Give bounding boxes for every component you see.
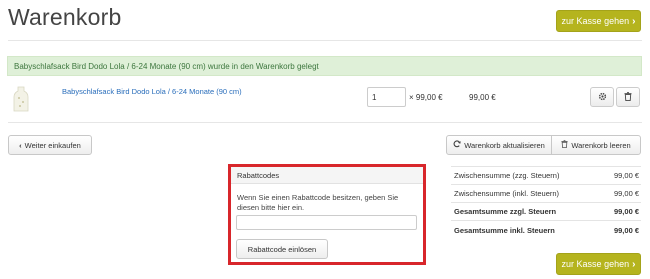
- continue-shopping-button[interactable]: ‹ Weiter einkaufen: [8, 135, 92, 155]
- totals-row: Zwischensumme (zzg. Steuern) 99,00 €: [451, 166, 641, 184]
- totals-label: Gesamtsumme inkl. Steuern: [454, 226, 555, 235]
- clear-cart-label: Warenkorb leeren: [571, 140, 631, 150]
- checkout-button-bottom[interactable]: zur Kasse gehen ›: [556, 253, 641, 275]
- unit-price: × 99,00 €: [409, 93, 443, 102]
- redeem-coupon-label: Rabattcode einlösen: [247, 244, 317, 254]
- header-divider: [8, 40, 642, 41]
- totals-row: Gesamtsumme zzgl. Steuern 99,00 €: [451, 202, 641, 220]
- alert-message: Babyschlafsack Bird Dodo Lola / 6-24 Mon…: [14, 61, 319, 71]
- redeem-coupon-button[interactable]: Rabattcode einlösen: [236, 239, 328, 259]
- totals-table: Zwischensumme (zzg. Steuern) 99,00 € Zwi…: [451, 166, 641, 240]
- chevron-left-icon: ‹: [19, 140, 22, 150]
- totals-row: Gesamtsumme inkl. Steuern 99,00 €: [451, 220, 641, 240]
- page-title: Warenkorb: [8, 4, 122, 30]
- chevron-right-icon: ›: [632, 15, 636, 27]
- totals-row: Zwischensumme (inkl. Steuern) 99,00 €: [451, 184, 641, 202]
- totals-label: Gesamtsumme zzgl. Steuern: [454, 207, 557, 216]
- continue-shopping-label: Weiter einkaufen: [24, 140, 81, 150]
- checkout-label: zur Kasse gehen: [561, 16, 630, 26]
- cart-divider: [8, 122, 642, 123]
- trash-icon: [624, 91, 632, 103]
- refresh-icon: [453, 140, 461, 150]
- checkout-button-top[interactable]: zur Kasse gehen ›: [556, 10, 641, 32]
- update-cart-label: Warenkorb aktualisieren: [464, 140, 545, 150]
- checkout-label: zur Kasse gehen: [561, 259, 630, 269]
- totals-value: 99,00 €: [613, 207, 639, 216]
- totals-value: 99,00 €: [613, 226, 639, 235]
- gear-icon: [598, 92, 607, 103]
- totals-label: Zwischensumme (zzg. Steuern): [454, 171, 560, 180]
- update-cart-button[interactable]: Warenkorb aktualisieren: [446, 135, 552, 155]
- clear-cart-button[interactable]: Warenkorb leeren: [551, 135, 641, 155]
- coupon-code-input[interactable]: [236, 215, 417, 230]
- totals-value: 99,00 €: [613, 189, 639, 198]
- success-alert: Babyschlafsack Bird Dodo Lola / 6-24 Mon…: [7, 56, 642, 76]
- item-settings-button[interactable]: [590, 87, 614, 107]
- coupon-heading: Rabattcodes: [231, 167, 423, 184]
- product-name-link[interactable]: Babyschlafsack Bird Dodo Lola / 6-24 Mon…: [62, 87, 242, 96]
- totals-value: 99,00 €: [613, 171, 639, 180]
- coupon-description: Wenn Sie einen Rabattcode besitzen, gebe…: [237, 193, 399, 212]
- coupon-panel: Rabattcodes Wenn Sie einen Rabattcode be…: [228, 164, 426, 265]
- quantity-input[interactable]: 1: [367, 87, 406, 107]
- chevron-right-icon: ›: [632, 258, 636, 270]
- totals-label: Zwischensumme (inkl. Steuern): [454, 189, 560, 198]
- item-delete-button[interactable]: [616, 87, 640, 107]
- product-thumbnail[interactable]: [13, 86, 29, 112]
- trash-icon: [561, 140, 568, 150]
- line-total: 99,00 €: [469, 93, 496, 102]
